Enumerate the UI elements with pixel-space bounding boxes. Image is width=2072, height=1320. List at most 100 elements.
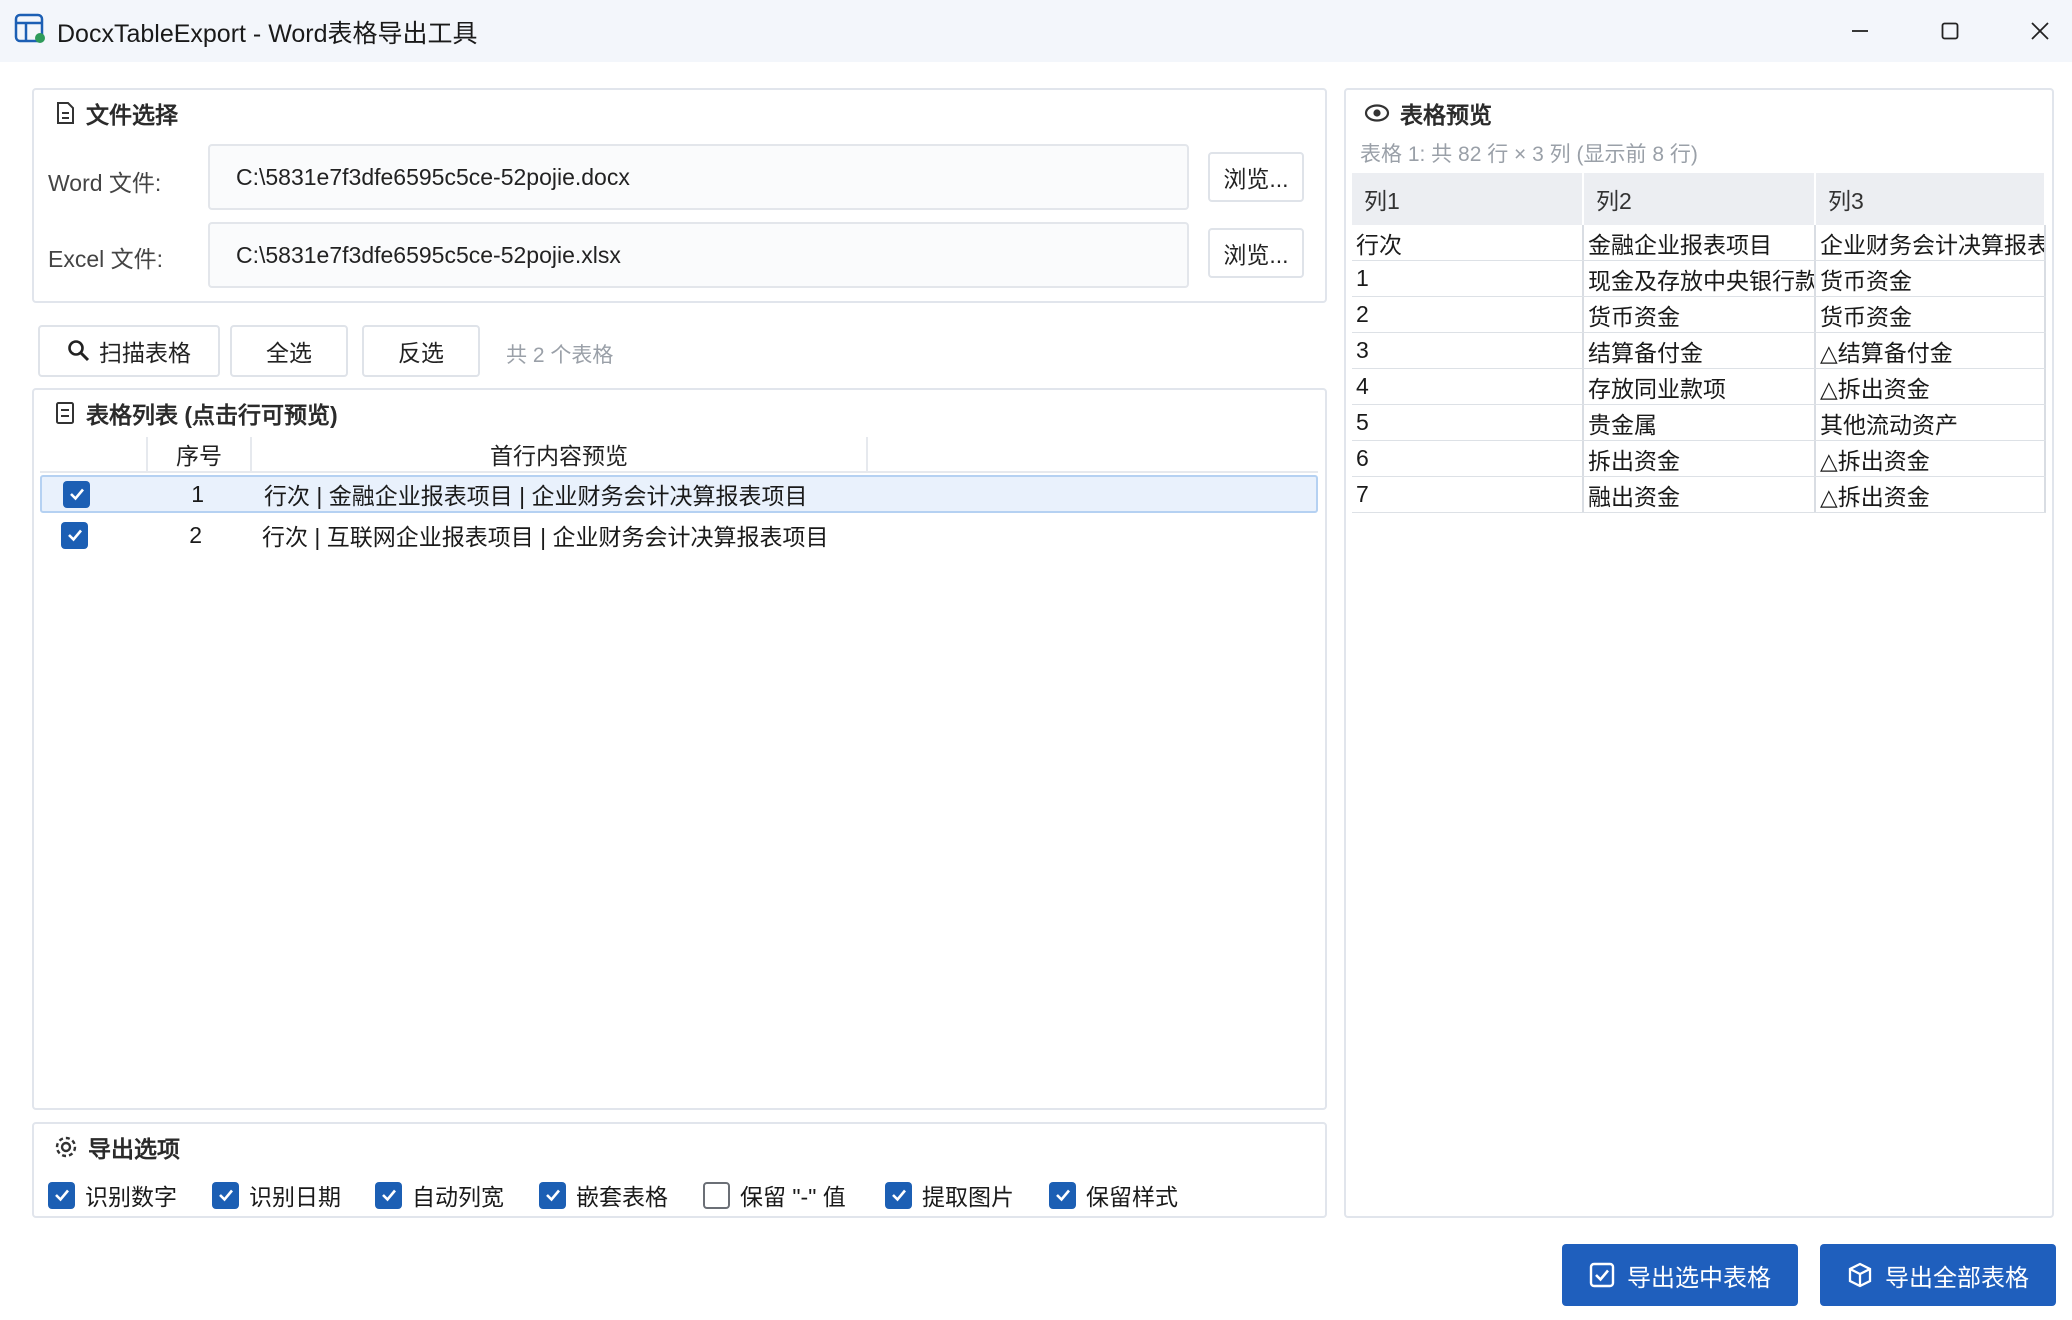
preview-cell: 现金及存放中央银行款项: [1584, 261, 1816, 296]
preview-summary: 表格 1: 共 82 行 × 3 列 (显示前 8 行): [1360, 143, 1698, 166]
header-index[interactable]: 序号: [148, 437, 252, 471]
check-icon: [381, 1189, 396, 1202]
table-list-label: 表格列表 (点击行可预览): [86, 402, 338, 428]
row-preview: 行次 | 互联网企业报表项目 | 企业财务会计决算报表项目: [262, 524, 829, 550]
excel-browse-button[interactable]: 浏览...: [1208, 228, 1304, 278]
preview-row[interactable]: 4 存放同业款项 △拆出资金: [1352, 369, 2046, 405]
preview-cell: 融出资金: [1584, 477, 1816, 512]
row-preview: 行次 | 金融企业报表项目 | 企业财务会计决算报表项目: [264, 483, 808, 509]
option-checkbox[interactable]: [885, 1181, 912, 1209]
preview-row[interactable]: 5 贵金属 其他流动资产: [1352, 405, 2046, 441]
list-icon: [56, 402, 74, 424]
option-checkbox[interactable]: [539, 1181, 566, 1209]
preview-cell: 货币资金: [1816, 261, 2046, 296]
table-list-header: 序号 首行内容预览: [40, 437, 1318, 473]
row-checkbox[interactable]: [61, 521, 88, 549]
option-label: 嵌套表格: [576, 1184, 668, 1210]
option-checkbox[interactable]: [375, 1181, 402, 1209]
export-selected-button[interactable]: 导出选中表格: [1562, 1244, 1798, 1306]
option-label: 自动列宽: [412, 1184, 504, 1210]
excel-file-field[interactable]: C:\5831e7f3dfe6595c5ce-52pojie.xlsx: [208, 222, 1189, 288]
select-all-button[interactable]: 全选: [230, 325, 348, 377]
preview-row[interactable]: 7 融出资金 △拆出资金: [1352, 477, 2046, 513]
magnifier-icon: [68, 340, 90, 362]
preview-cell: 4: [1352, 369, 1584, 404]
maximize-button[interactable]: [1904, 0, 1996, 62]
preview-cell: 货币资金: [1584, 297, 1816, 332]
gear-icon: [55, 1136, 77, 1158]
preview-cell: △拆出资金: [1816, 477, 2046, 512]
preview-cell: 贵金属: [1584, 405, 1816, 440]
preview-cell: 5: [1352, 405, 1584, 440]
preview-row[interactable]: 3 结算备付金 △结算备付金: [1352, 333, 2046, 369]
eye-icon: [1364, 104, 1390, 122]
preview-cell: 金融企业报表项目: [1584, 225, 1816, 260]
option-keep-styles[interactable]: 保留样式: [1049, 1178, 1178, 1212]
preview-cell: △拆出资金: [1816, 369, 2046, 404]
preview-cell: 行次: [1352, 225, 1584, 260]
option-recognize-dates[interactable]: 识别日期: [212, 1178, 341, 1212]
close-icon: [2031, 22, 2049, 40]
preview-grid: 列1 列2 列3 行次 金融企业报表项目 企业财务会计决算报表 1 现金及存放中…: [1352, 173, 2046, 513]
preview-row[interactable]: 6 拆出资金 △拆出资金: [1352, 441, 2046, 477]
preview-cell: 2: [1352, 297, 1584, 332]
option-nested-tables[interactable]: 嵌套表格: [539, 1178, 668, 1212]
row-index: 2: [189, 521, 202, 548]
option-label: 保留 "-" 值: [740, 1184, 846, 1210]
option-label: 识别数字: [85, 1184, 177, 1210]
preview-row[interactable]: 行次 金融企业报表项目 企业财务会计决算报表: [1352, 225, 2046, 261]
option-keep-dash-values[interactable]: 保留 "-" 值: [703, 1178, 846, 1212]
export-all-label: 导出全部表格: [1885, 1264, 2029, 1292]
close-button[interactable]: [1994, 0, 2072, 62]
header-checkbox-column: [40, 437, 148, 471]
table-list-title: 表格列表 (点击行可预览): [54, 396, 338, 430]
preview-row[interactable]: 1 现金及存放中央银行款项 货币资金: [1352, 261, 2046, 297]
table-row[interactable]: 2 行次 | 互联网企业报表项目 | 企业财务会计决算报表项目: [42, 516, 1316, 554]
option-label: 识别日期: [249, 1184, 341, 1210]
preview-cell: 1: [1352, 261, 1584, 296]
check-icon: [67, 529, 82, 542]
table-row[interactable]: 1 行次 | 金融企业报表项目 | 企业财务会计决算报表项目: [40, 475, 1318, 513]
file-selection-title: 文件选择: [54, 96, 178, 130]
option-checkbox[interactable]: [1049, 1181, 1076, 1209]
table-preview-label: 表格预览: [1400, 102, 1492, 128]
option-extract-images[interactable]: 提取图片: [885, 1178, 1014, 1212]
preview-cell: 结算备付金: [1584, 333, 1816, 368]
maximize-icon: [1941, 22, 1959, 40]
row-index: 1: [191, 480, 204, 507]
preview-cell: 3: [1352, 333, 1584, 368]
window-title: DocxTableExport - Word表格导出工具: [57, 20, 478, 48]
word-file-label: Word 文件:: [48, 170, 162, 196]
word-browse-button[interactable]: 浏览...: [1208, 152, 1304, 202]
minimize-button[interactable]: [1814, 0, 1906, 62]
document-icon: [57, 102, 74, 124]
check-icon: [891, 1189, 906, 1202]
option-auto-column-width[interactable]: 自动列宽: [375, 1178, 504, 1212]
header-preview[interactable]: 首行内容预览: [252, 437, 868, 471]
box-icon: [1848, 1262, 1872, 1288]
row-checkbox[interactable]: [63, 480, 90, 508]
preview-cell: 6: [1352, 441, 1584, 476]
preview-column-header[interactable]: 列1: [1352, 173, 1584, 225]
preview-column-header[interactable]: 列2: [1584, 173, 1816, 225]
minimize-icon: [1852, 30, 1868, 32]
preview-cell: 存放同业款项: [1584, 369, 1816, 404]
option-checkbox[interactable]: [212, 1181, 239, 1209]
option-recognize-numbers[interactable]: 识别数字: [48, 1178, 177, 1212]
preview-cell: △拆出资金: [1816, 441, 2046, 476]
scan-tables-button[interactable]: 扫描表格: [38, 325, 220, 377]
invert-selection-button[interactable]: 反选: [362, 325, 480, 377]
preview-row[interactable]: 2 货币资金 货币资金: [1352, 297, 2046, 333]
option-checkbox[interactable]: [48, 1181, 75, 1209]
word-file-field[interactable]: C:\5831e7f3dfe6595c5ce-52pojie.docx: [208, 144, 1189, 210]
preview-cell: △结算备付金: [1816, 333, 2046, 368]
export-options-label: 导出选项: [88, 1136, 180, 1162]
checkbox-icon: [1589, 1262, 1615, 1288]
preview-cell: 其他流动资产: [1816, 405, 2046, 440]
excel-file-label: Excel 文件:: [48, 246, 164, 272]
file-selection-label: 文件选择: [86, 102, 178, 128]
preview-column-header[interactable]: 列3: [1816, 173, 2046, 225]
check-icon: [69, 488, 84, 501]
option-checkbox[interactable]: [703, 1181, 730, 1209]
export-all-button[interactable]: 导出全部表格: [1820, 1244, 2056, 1306]
